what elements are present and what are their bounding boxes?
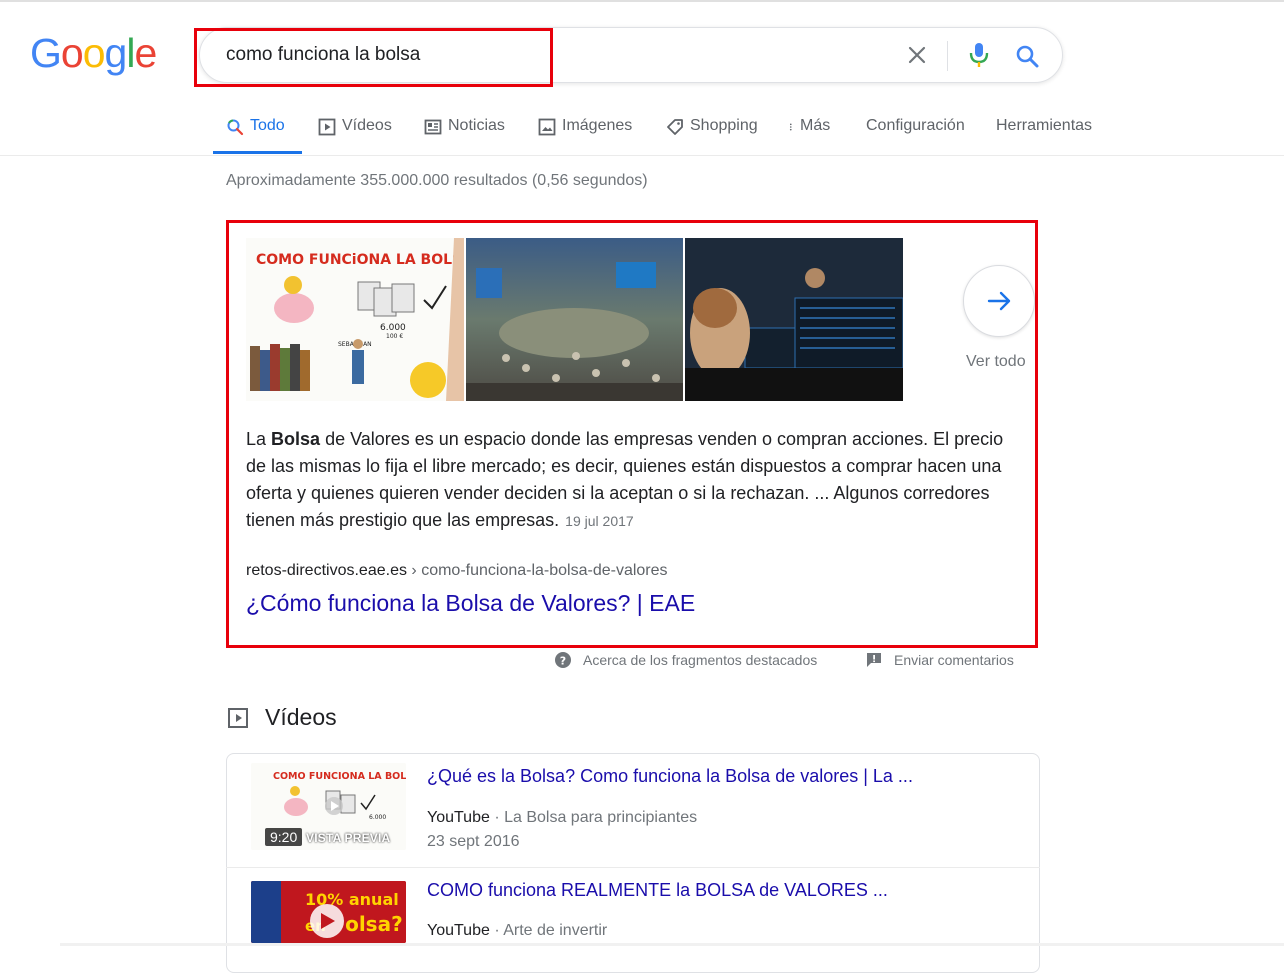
search-icon[interactable] [1013,42,1041,70]
video-preview-label: VISTA PREVIA [306,831,391,845]
search-highlight-frame [194,28,553,87]
video-thumbnail[interactable]: 10% anual en olsa? [251,881,406,943]
thumb-title: COMO FUNCiONA LA BOLSA [256,252,464,268]
thumb-label: 6.000 [369,814,386,821]
send-feedback-label: Enviar comentarios [894,652,1014,668]
tab-mas[interactable]: Más [789,112,830,154]
cite-path: › como-funciona-la-bolsa-de-valores [406,562,668,579]
see-all-label[interactable]: Ver todo [966,353,1026,371]
snippet-date: 19 jul 2017 [565,513,634,529]
thumb-title: COMO FUNCIONA LA BOLSA [273,771,406,782]
tab-shopping[interactable]: Shopping [666,112,758,154]
snippet-cite: retos-directivos.eae.es › como-funciona-… [246,562,668,580]
tab-label: Imágenes [562,117,633,134]
tab-label: Herramientas [996,117,1093,134]
play-box-icon [227,707,249,729]
video-date: 23 sept 2016 [427,833,520,850]
tab-label: Todo [250,117,285,134]
google-logo[interactable]: Google [30,30,157,77]
top-border [0,0,1284,2]
tab-videos[interactable]: Vídeos [318,112,392,154]
video-channel: · La Bolsa para principiantes [489,809,698,826]
video-meta: YouTube · La Bolsa para principiantes [427,809,697,827]
video-title-link[interactable]: ¿Qué es la Bolsa? Como funciona la Bolsa… [427,766,913,787]
snippet-text-bold: Bolsa [271,429,321,449]
logo-letter: g [104,30,128,76]
tab-label: Noticias [448,117,505,134]
video-title-link[interactable]: COMO funciona REALMENTE la BOLSA de VALO… [427,880,888,901]
logo-letter: o [60,30,84,76]
snippet-image-1[interactable]: COMO FUNCiONA LA BOLSA 6.000 100 € SEBAS… [246,238,464,401]
logo-letter: e [134,30,157,76]
video-duration: 9:20 [265,828,303,846]
videos-heading: Vídeos [265,704,337,730]
tab-label: Configuración [866,117,965,134]
snippet-result-link[interactable]: ¿Cómo funciona la Bolsa de Valores? | EA… [246,590,695,617]
tab-imagenes[interactable]: Imágenes [538,112,632,154]
thumb-label: 100 € [386,333,403,340]
videos-divider [226,867,1040,868]
tab-label: Shopping [690,117,758,134]
snippet-image-2[interactable] [466,238,683,401]
tab-configuracion[interactable]: Configuración [866,112,965,154]
search-divider [947,41,948,71]
svg-text:?: ? [560,655,566,668]
video-source: YouTube [427,922,490,939]
video-meta: YouTube · Arte de invertir [427,922,607,940]
thumb-text: olsa? [345,912,403,936]
feedback-icon [867,653,881,667]
search-icon [227,119,244,136]
mic-icon[interactable] [965,40,993,70]
tab-todo[interactable]: Todo [213,112,302,154]
tab-label: Más [800,117,831,134]
video-source: YouTube [427,809,490,826]
logo-letter: G [30,30,62,76]
video-channel: · Arte de invertir [489,922,608,939]
play-box-icon [318,118,336,136]
arrow-right-icon [987,291,1011,311]
logo-letter: l [126,30,135,76]
help-icon: ? [555,652,571,668]
close-icon[interactable] [903,41,931,69]
tab-noticias[interactable]: Noticias [424,112,505,154]
tab-label: Vídeos [342,117,392,134]
snippet-text: La Bolsa de Valores es un espacio donde … [246,426,1016,535]
image-icon [538,118,556,136]
more-vert-icon [789,123,792,131]
snippet-image-3[interactable] [685,238,903,401]
snippet-text-pre: La [246,429,272,449]
news-icon [424,119,442,135]
send-feedback[interactable]: Enviar comentarios [865,651,1014,669]
about-label: Acerca de los fragmentos destacados [583,652,818,668]
about-featured-snippets[interactable]: ? Acerca de los fragmentos destacados [554,651,817,669]
tag-icon [667,119,683,135]
tabs-divider [0,155,1284,156]
tab-herramientas[interactable]: Herramientas [996,112,1092,154]
result-stats: Aproximadamente 355.000.000 resultados (… [226,172,648,189]
cite-domain: retos-directivos.eae.es [246,562,407,579]
see-all-button[interactable] [963,265,1035,337]
thumb-label: 6.000 [380,323,406,333]
logo-letter: o [82,30,106,76]
